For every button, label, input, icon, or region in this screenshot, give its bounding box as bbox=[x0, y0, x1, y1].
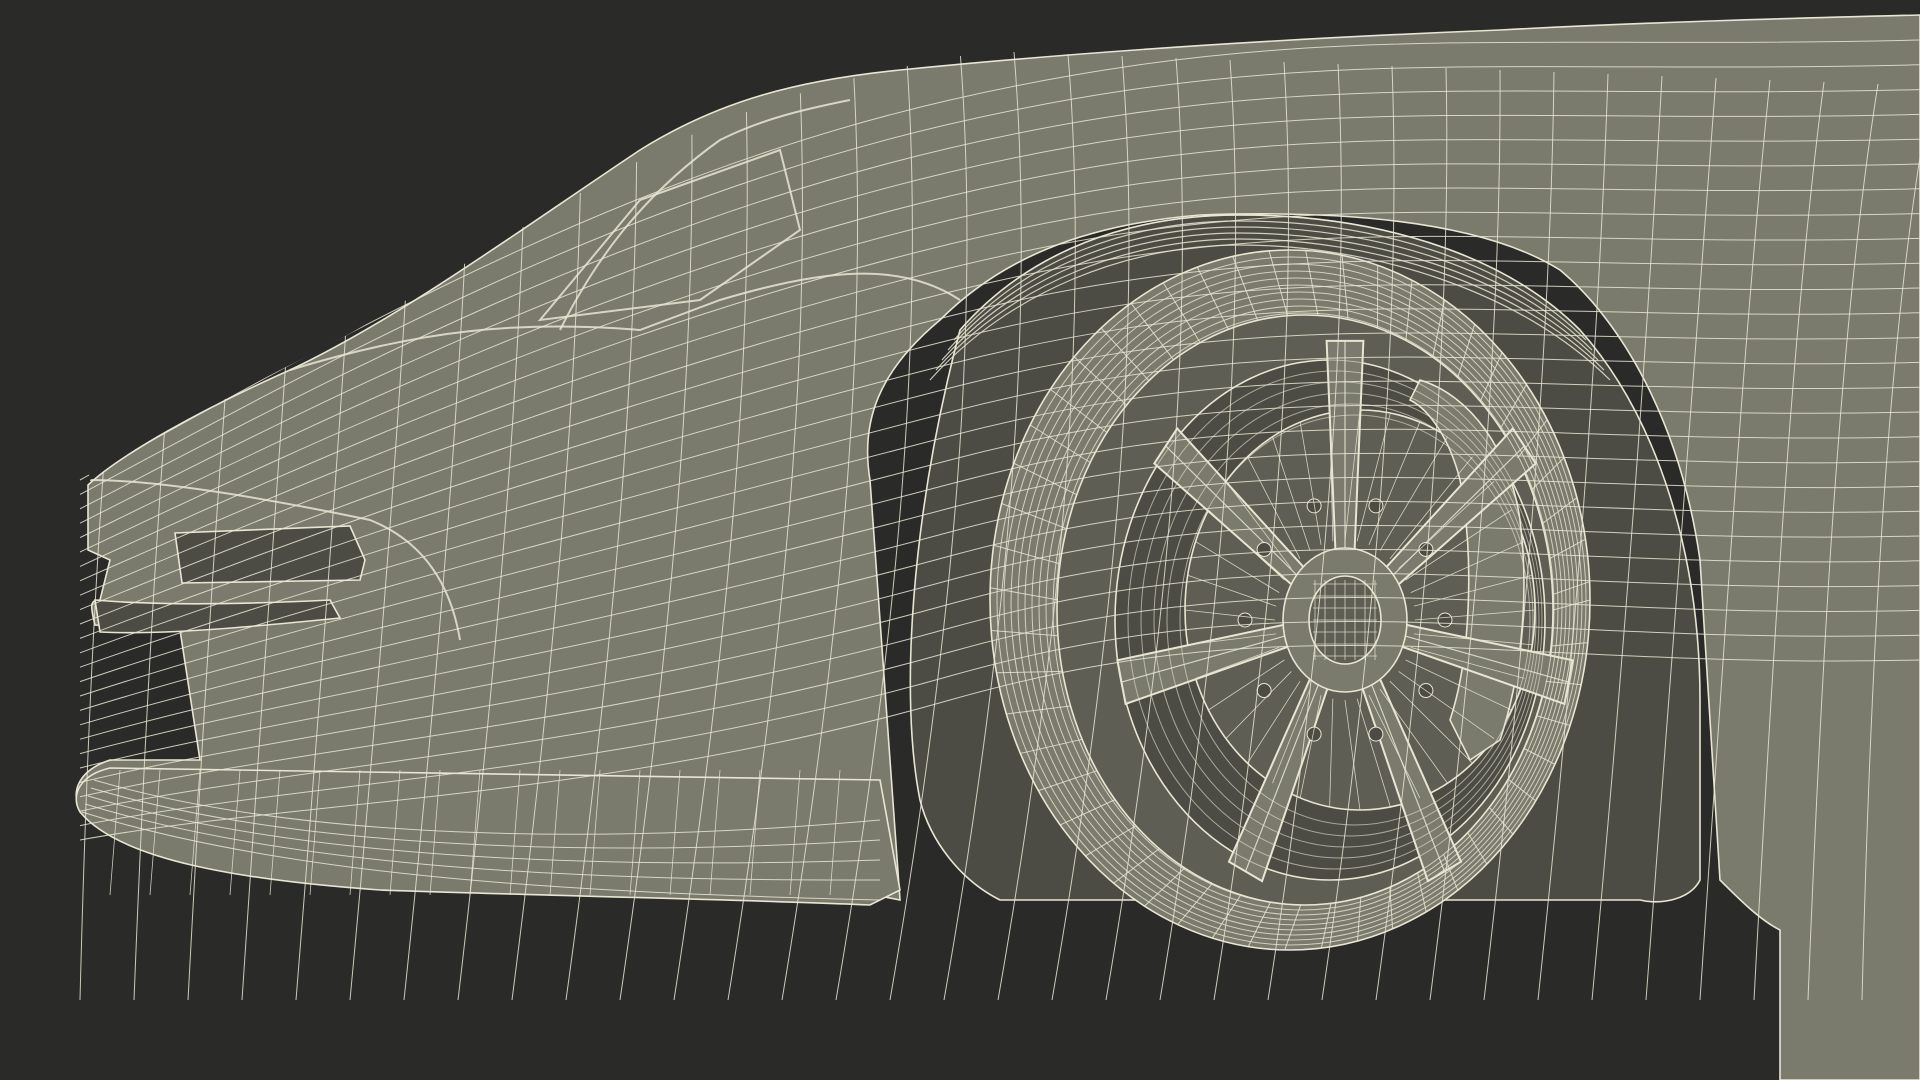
wireframe-render-viewport bbox=[0, 0, 1920, 1080]
lug-nut bbox=[1256, 683, 1272, 699]
lug-nut bbox=[1418, 541, 1434, 557]
front-wheel bbox=[989, 249, 1591, 951]
lug-nut bbox=[1437, 612, 1453, 628]
wireframe-render bbox=[75, 14, 1920, 1080]
lug-nut bbox=[1256, 541, 1272, 557]
headlight-cluster bbox=[174, 525, 366, 584]
lug-nut bbox=[1368, 726, 1384, 742]
